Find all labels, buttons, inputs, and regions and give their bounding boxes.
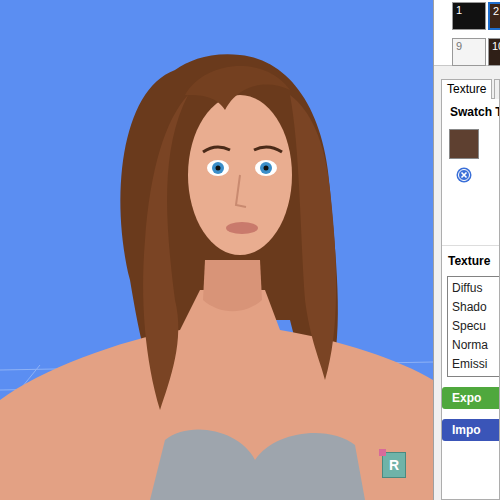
- texture-list-item[interactable]: Specu: [451, 317, 499, 336]
- swatch-group: Swatch T: [442, 99, 499, 246]
- 3d-viewport[interactable]: R: [0, 0, 433, 500]
- swatch-color-box[interactable]: [449, 129, 479, 159]
- texture-list-item[interactable]: Emissi: [451, 355, 499, 374]
- export-button[interactable]: Expo: [442, 387, 499, 409]
- tab-bar: Texture: [434, 66, 500, 98]
- swatch-cell[interactable]: 2: [488, 2, 500, 30]
- swatch-label: 2: [493, 5, 499, 17]
- texture-list-item[interactable]: Norma: [451, 336, 499, 355]
- group-title: Swatch T: [446, 99, 499, 119]
- swatch-label: 9: [456, 40, 462, 52]
- import-button[interactable]: Impo: [442, 419, 499, 441]
- swatch-grid: 1 2 9 10: [434, 0, 500, 66]
- swatch-label: 1: [456, 4, 462, 16]
- texture-list: DiffusShadoSpecuNormaEmissi: [447, 276, 499, 377]
- texture-group: Texture DiffusShadoSpecuNormaEmissi Expo Im…: [442, 246, 499, 441]
- app-logo-badge: R: [382, 452, 406, 478]
- tab[interactable]: [494, 79, 500, 99]
- group-title: Texture: [444, 246, 499, 268]
- swatch-label: 10: [492, 40, 500, 52]
- swatch-cell[interactable]: 1: [452, 2, 486, 30]
- texture-list-item[interactable]: Diffus: [451, 279, 499, 298]
- tab-content: Swatch T Texture DiffusShadoSpecuNormaEmis…: [441, 98, 500, 500]
- swatch-cell[interactable]: 10: [488, 38, 500, 66]
- texture-list-item[interactable]: Shado: [451, 298, 499, 317]
- properties-panel: 12910TextureSwatch TTextureDiffusShadoSp…: [433, 0, 500, 500]
- tab[interactable]: Texture: [441, 79, 492, 99]
- character-model-icon[interactable]: [0, 0, 433, 500]
- remove-icon[interactable]: [456, 167, 472, 183]
- swatch-cell[interactable]: 9: [452, 38, 486, 66]
